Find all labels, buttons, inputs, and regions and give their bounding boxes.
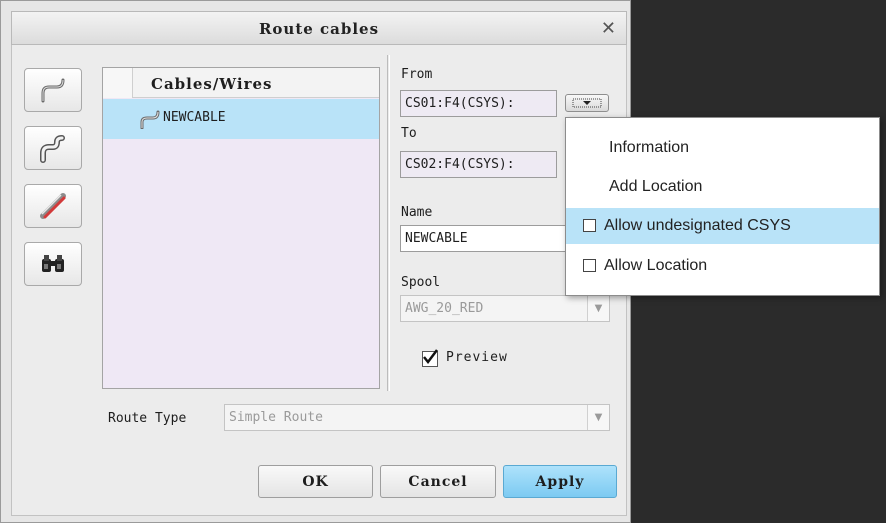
spool-select[interactable]: AWG_20_RED ▼ <box>400 295 610 322</box>
route-type-value: Simple Route <box>229 410 323 425</box>
preview-label: Preview <box>446 350 508 365</box>
cable-name: NEWCABLE <box>163 110 226 125</box>
to-label: To <box>401 126 417 141</box>
menu-item-allow-location[interactable]: Allow Location <box>566 248 879 284</box>
menu-checkbox[interactable] <box>583 259 596 272</box>
list-item[interactable]: NEWCABLE <box>103 99 379 139</box>
menu-item-label: Allow Location <box>604 257 708 274</box>
menu-item-information[interactable]: Information <box>566 130 879 166</box>
spool-label: Spool <box>401 275 441 290</box>
menu-checkbox[interactable] <box>583 219 596 232</box>
chevron-down-icon: ▼ <box>587 296 609 321</box>
name-input[interactable]: NEWCABLE <box>400 225 580 252</box>
panel-divider <box>387 55 390 391</box>
title-bar[interactable]: Route cables ✕ <box>11 11 627 45</box>
menu-item-label: Information <box>609 139 690 156</box>
spool-value: AWG_20_RED <box>405 301 484 316</box>
from-label: From <box>401 67 433 82</box>
close-icon[interactable]: ✕ <box>601 18 616 39</box>
from-field[interactable]: CS01:F4(CSYS): <box>400 90 557 117</box>
route-bundle-icon <box>40 135 65 163</box>
route-cable-button[interactable] <box>24 68 82 112</box>
route-bundle-button[interactable] <box>24 126 82 170</box>
ok-button[interactable]: OK <box>258 465 373 498</box>
dialog-title: Route cables <box>258 20 380 38</box>
checkmark-icon <box>423 349 438 365</box>
from-value: CS01:F4(CSYS): <box>405 96 515 111</box>
menu-item-allow-undesignated-csys[interactable]: Allow undesignated CSYS <box>566 208 879 244</box>
list-header: Cables/Wires <box>103 68 379 98</box>
chevron-down-icon: ▼ <box>587 405 609 430</box>
route-type-select[interactable]: Simple Route ▼ <box>224 404 610 431</box>
to-field[interactable]: CS02:F4(CSYS): <box>400 151 557 178</box>
from-menu-button[interactable] <box>565 94 609 112</box>
binoculars-icon <box>42 255 64 272</box>
cancel-button[interactable]: Cancel <box>380 465 496 498</box>
menu-item-label: Add Location <box>609 178 703 195</box>
ribbon-cable-button[interactable] <box>24 184 82 228</box>
menu-item-label: Allow undesignated CSYS <box>604 217 791 234</box>
route-type-label: Route Type <box>108 411 187 426</box>
location-popup-menu: Information Add Location Allow undesigna… <box>565 117 880 296</box>
find-button[interactable] <box>24 242 82 286</box>
cables-wires-list[interactable]: Cables/Wires NEWCABLE <box>102 67 380 389</box>
preview-checkbox[interactable] <box>422 349 438 367</box>
list-header-label: Cables/Wires <box>151 75 273 93</box>
cable-icon <box>140 110 160 129</box>
name-value: NEWCABLE <box>405 231 468 246</box>
menu-item-add-location[interactable]: Add Location <box>566 169 879 205</box>
route-cables-dialog: Route cables ✕ Cables/Wires NEWCABLE Fro… <box>0 0 631 523</box>
name-label: Name <box>401 205 433 220</box>
ribbon-cable-icon <box>40 193 66 219</box>
apply-button[interactable]: Apply <box>503 465 617 498</box>
to-value: CS02:F4(CSYS): <box>405 157 515 172</box>
list-corner <box>103 68 133 98</box>
dialog-body: Cables/Wires NEWCABLE From CS01:F4(CSYS)… <box>11 45 627 516</box>
menu-arrow-icon <box>572 98 602 108</box>
route-cable-icon <box>41 78 65 103</box>
